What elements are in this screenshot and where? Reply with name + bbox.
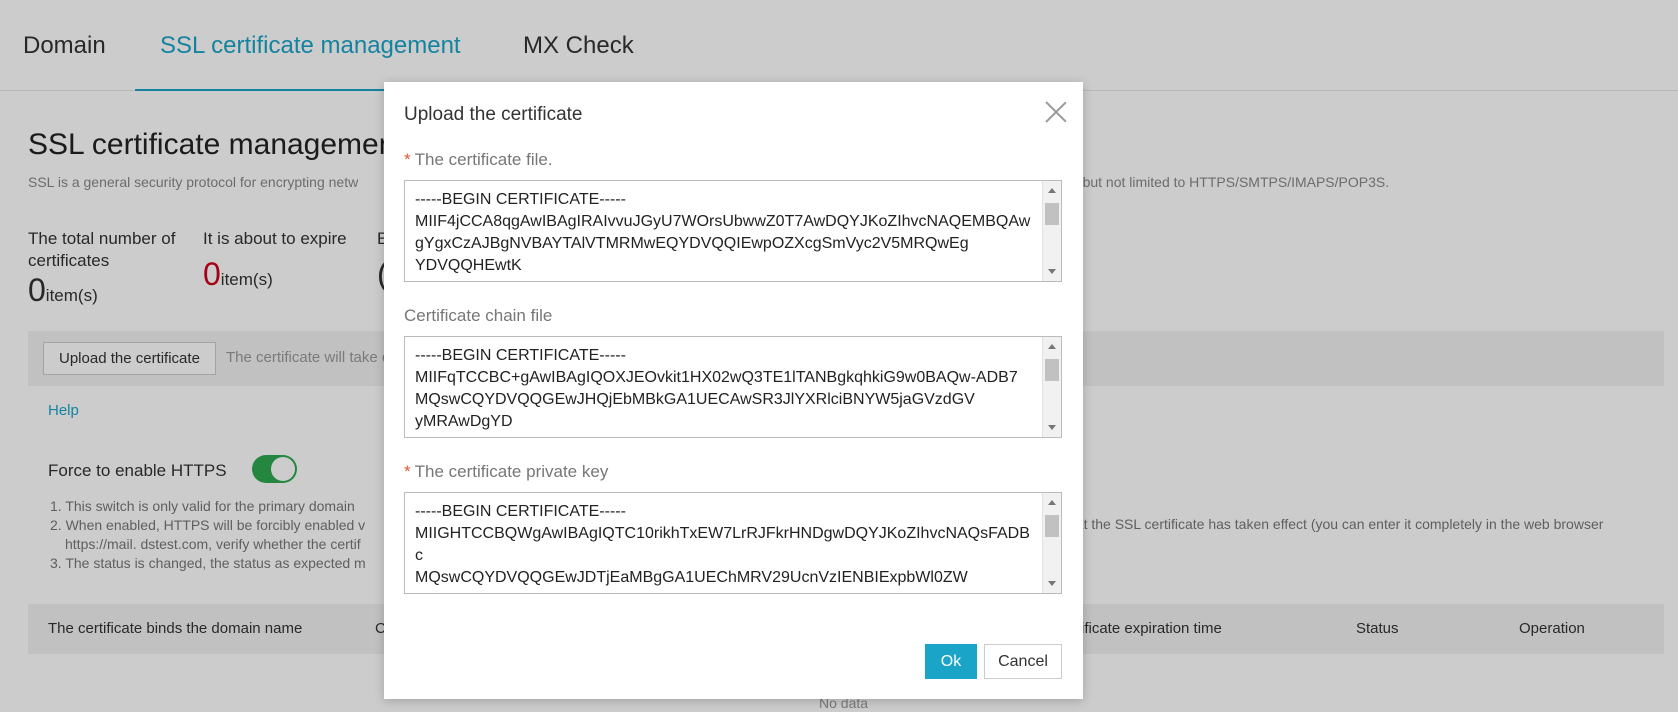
textarea-scrollbar[interactable]: [1042, 181, 1061, 281]
scroll-thumb[interactable]: [1045, 515, 1059, 537]
textarea-content: -----BEGIN CERTIFICATE----- MIIGHTCCBQWg…: [415, 503, 1030, 593]
required-asterisk: *: [404, 462, 411, 481]
field-label-text: The certificate private key: [414, 462, 609, 481]
scroll-up-icon[interactable]: [1048, 188, 1056, 193]
certificate-chain-textarea[interactable]: -----BEGIN CERTIFICATE----- MIIFqTCCBC+g…: [404, 336, 1062, 438]
scroll-down-icon[interactable]: [1048, 581, 1056, 586]
scroll-up-icon[interactable]: [1048, 500, 1056, 505]
private-key-textarea[interactable]: -----BEGIN CERTIFICATE----- MIIGHTCCBQWg…: [404, 492, 1062, 594]
certificate-file-label: * The certificate file.: [404, 150, 553, 170]
ok-button[interactable]: Ok: [925, 644, 977, 679]
textarea-content: -----BEGIN CERTIFICATE----- MIIFqTCCBC+g…: [415, 347, 1018, 430]
certificate-file-textarea[interactable]: -----BEGIN CERTIFICATE----- MIIF4jCCA8qg…: [404, 180, 1062, 282]
textarea-content: -----BEGIN CERTIFICATE----- MIIF4jCCA8qg…: [415, 191, 1031, 274]
scroll-up-icon[interactable]: [1048, 344, 1056, 349]
required-asterisk: *: [404, 150, 411, 169]
textarea-scrollbar[interactable]: [1042, 337, 1061, 437]
scroll-thumb[interactable]: [1045, 359, 1059, 381]
field-label-text: Certificate chain file: [404, 306, 553, 325]
dialog-title: Upload the certificate: [404, 104, 583, 125]
scroll-down-icon[interactable]: [1048, 425, 1056, 430]
textarea-scrollbar[interactable]: [1042, 493, 1061, 593]
scroll-thumb[interactable]: [1045, 203, 1059, 225]
private-key-label: * The certificate private key: [404, 462, 608, 482]
close-icon[interactable]: [1044, 100, 1068, 124]
certificate-chain-label: Certificate chain file: [404, 306, 552, 326]
upload-certificate-dialog: Upload the certificate * The certificate …: [384, 82, 1083, 699]
cancel-button[interactable]: Cancel: [984, 644, 1062, 679]
scroll-down-icon[interactable]: [1048, 269, 1056, 274]
field-label-text: The certificate file.: [414, 150, 553, 169]
